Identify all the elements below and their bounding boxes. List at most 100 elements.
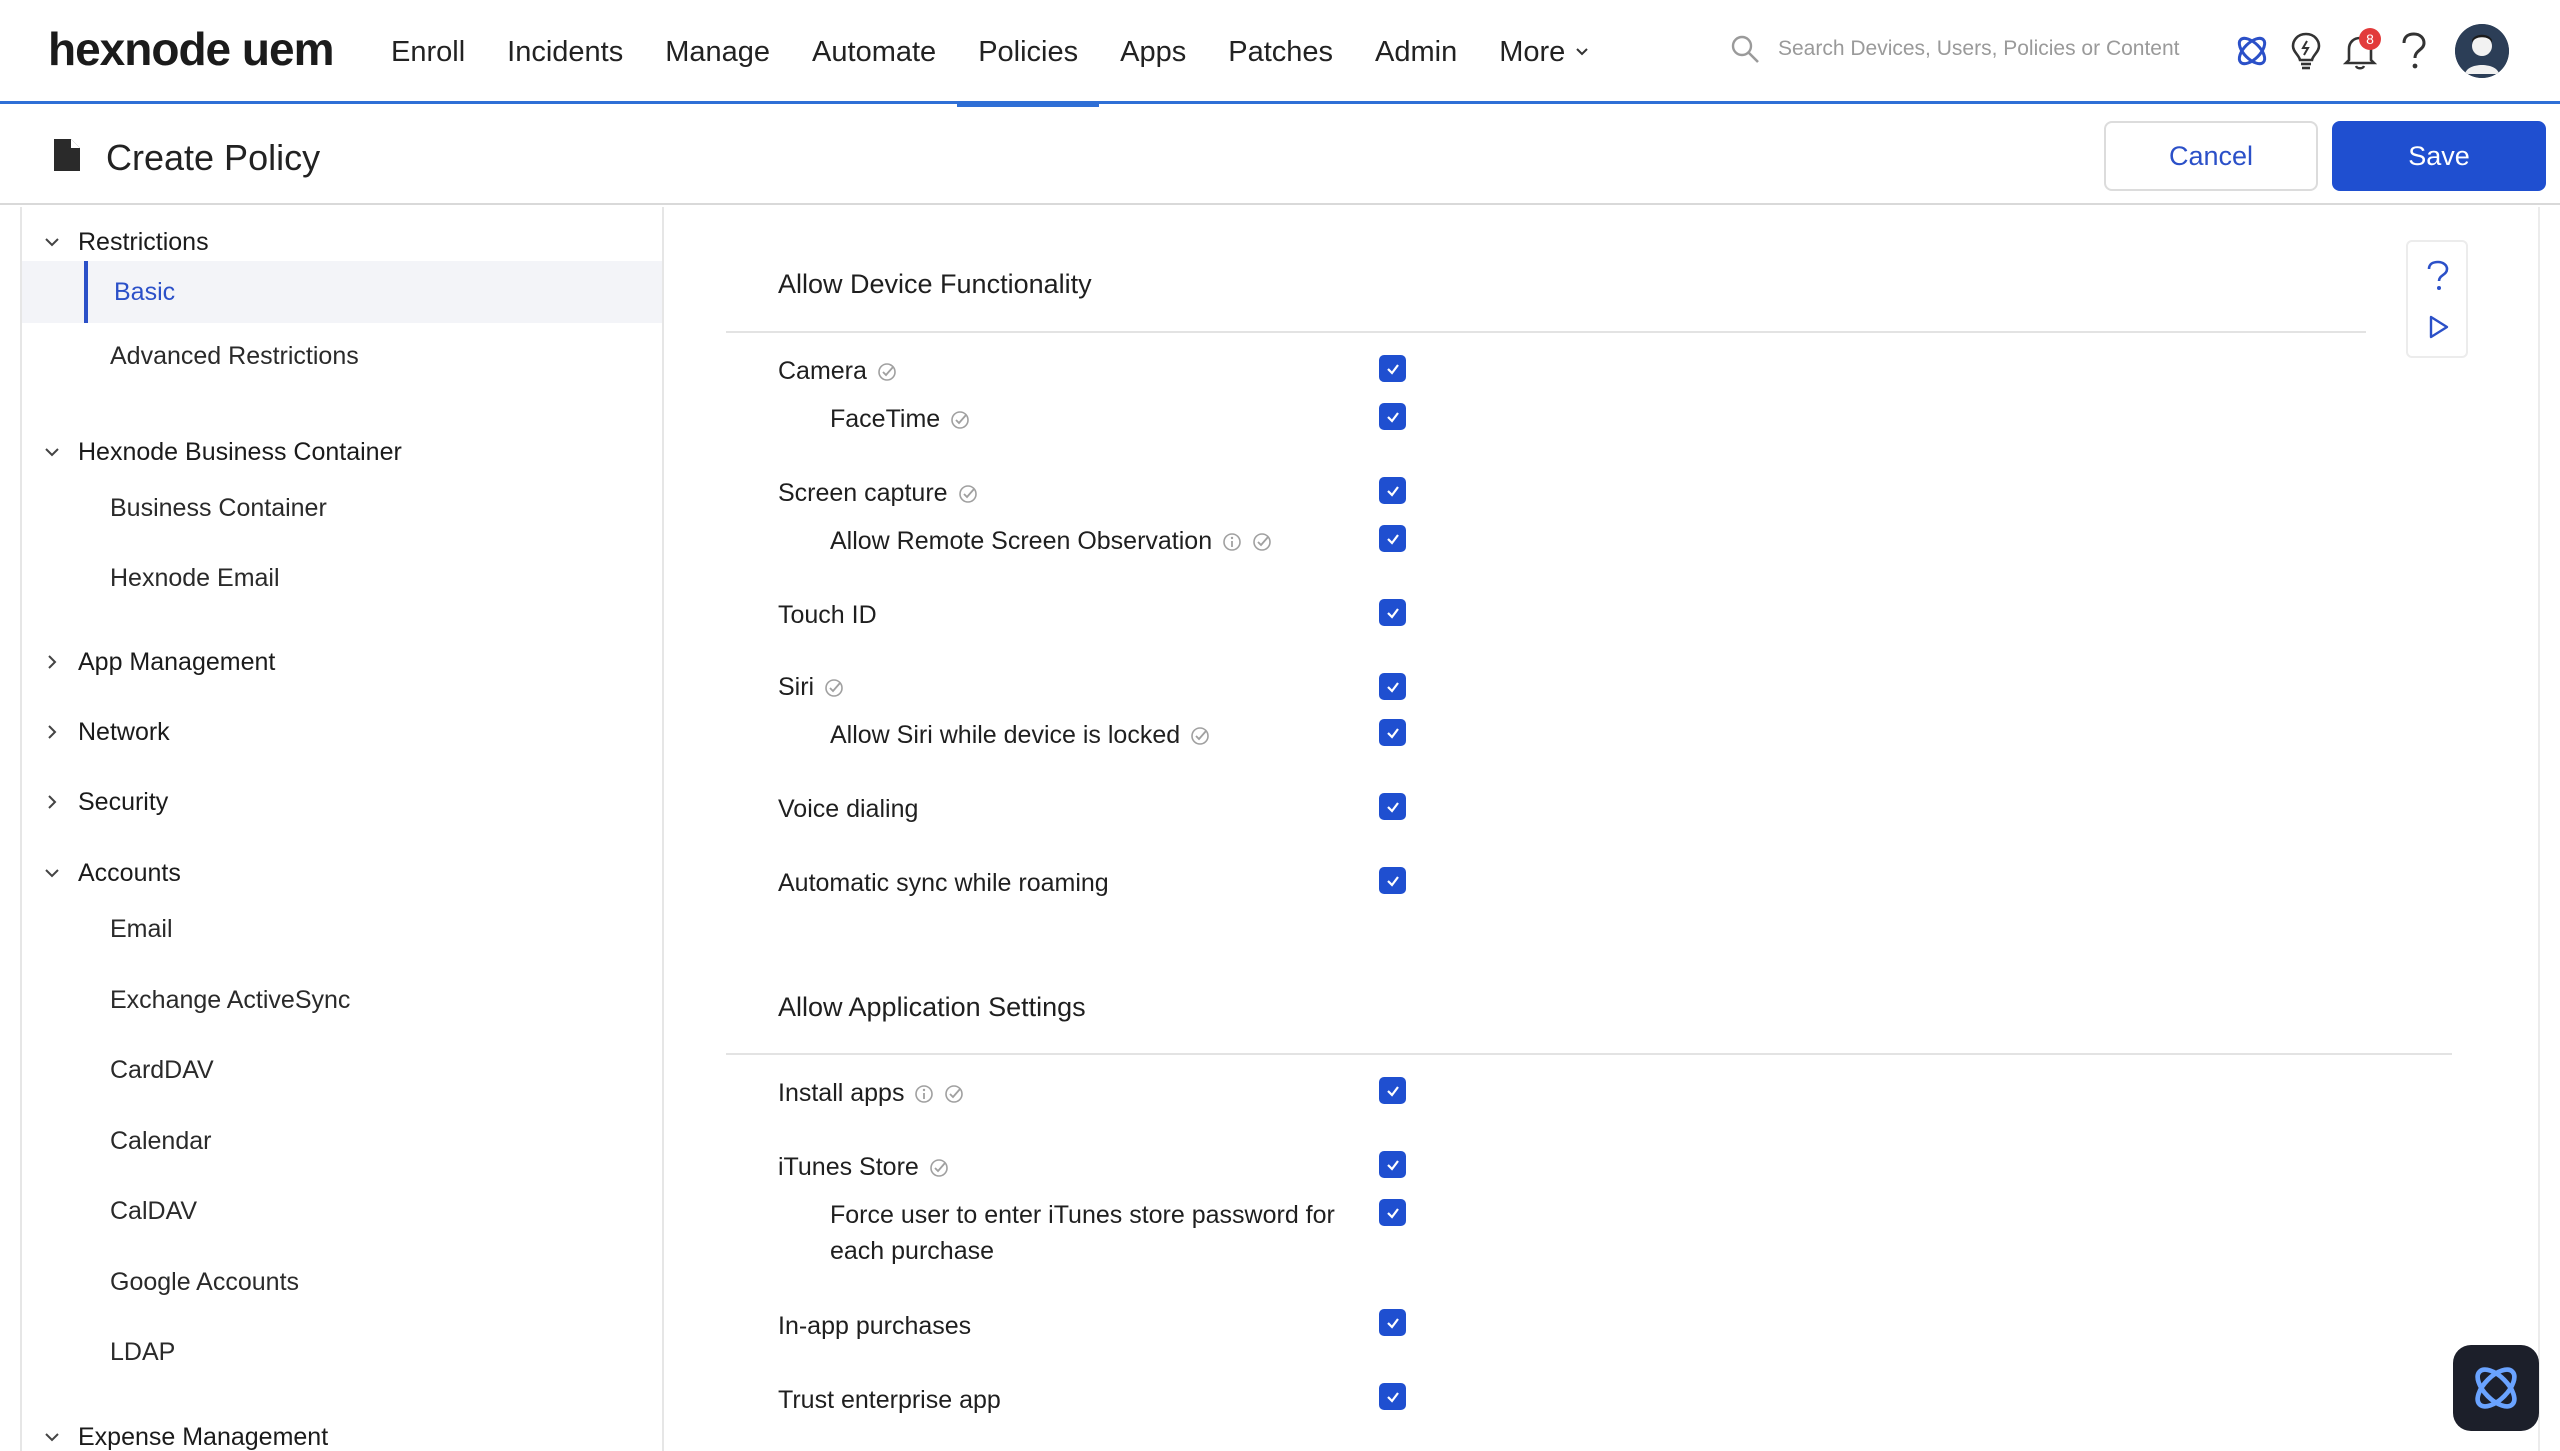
sidebar-item-label: Basic xyxy=(114,277,176,306)
nav-admin[interactable]: Admin xyxy=(1354,0,1478,104)
checkbox-auto-sync-roaming[interactable] xyxy=(1379,867,1406,894)
checkbox-camera[interactable] xyxy=(1379,355,1406,382)
chat-assistant-button[interactable] xyxy=(2453,1345,2539,1431)
sidebar-item-hexnode-email[interactable]: Hexnode Email xyxy=(22,555,662,601)
sidebar-item-ldap[interactable]: LDAP xyxy=(22,1329,662,1375)
option-label: Automatic sync while roaming xyxy=(778,869,1109,897)
info-icon[interactable] xyxy=(914,1084,934,1104)
sidebar-group-label: Hexnode Business Container xyxy=(78,437,402,466)
sidebar-item-business-container[interactable]: Business Container xyxy=(22,485,662,531)
supervised-check-icon xyxy=(877,362,897,382)
hexnode-assist-icon[interactable] xyxy=(2225,24,2279,78)
option-label: Siri xyxy=(778,673,815,701)
option-label: In-app purchases xyxy=(778,1312,972,1340)
checkbox-facetime[interactable] xyxy=(1379,403,1406,430)
check-icon xyxy=(1386,727,1399,739)
sidebar-item-calendar[interactable]: Calendar xyxy=(22,1118,662,1164)
sidebar-item-caldav[interactable]: CalDAV xyxy=(22,1188,662,1234)
nav-incidents[interactable]: Incidents xyxy=(486,0,644,104)
checkbox-remote-screen-observation[interactable] xyxy=(1379,525,1406,552)
sidebar-item-carddav[interactable]: CardDAV xyxy=(22,1047,662,1093)
sidebar-group-security[interactable]: Security xyxy=(22,779,662,825)
section-divider xyxy=(726,331,2366,333)
sidebar-item-advanced-restrictions[interactable]: Advanced Restrictions xyxy=(22,333,662,379)
checkbox-trust-enterprise-app[interactable] xyxy=(1379,1383,1406,1410)
nav-automate[interactable]: Automate xyxy=(791,0,957,104)
top-navigation-bar: hexnode uem Enroll Incidents Manage Auto… xyxy=(0,0,2560,107)
hexnode-logo[interactable]: hexnode uem xyxy=(48,22,335,76)
notification-badge: 8 xyxy=(2359,28,2381,50)
option-install-apps: Install apps xyxy=(778,1079,964,1108)
sidebar-item-label: Business Container xyxy=(110,493,327,522)
check-icon xyxy=(1386,363,1399,375)
check-icon xyxy=(1386,485,1399,497)
check-icon xyxy=(1386,1085,1399,1097)
check-icon xyxy=(1386,1391,1399,1403)
nav-manage[interactable]: Manage xyxy=(644,0,791,104)
checkbox-in-app-purchases[interactable] xyxy=(1379,1309,1406,1336)
supervised-check-icon xyxy=(1252,532,1272,552)
chevron-down-icon xyxy=(44,865,78,881)
checkbox-touch-id[interactable] xyxy=(1379,599,1406,626)
sidebar-group-network[interactable]: Network xyxy=(22,709,662,755)
sidebar-group-restrictions[interactable]: Restrictions xyxy=(22,219,662,265)
hexnode-assist-icon xyxy=(2475,1367,2517,1409)
section-divider xyxy=(726,1053,2452,1055)
nav-more[interactable]: More xyxy=(1478,0,1610,104)
nav-policies[interactable]: Policies xyxy=(957,0,1100,107)
option-auto-sync-roaming: Automatic sync while roaming xyxy=(778,869,1109,898)
check-icon xyxy=(1386,607,1399,619)
option-label: Trust enterprise app xyxy=(778,1386,1001,1414)
checkbox-siri[interactable] xyxy=(1379,673,1406,700)
global-search[interactable]: Search Devices, Users, Policies or Conte… xyxy=(1730,34,2180,64)
page-header: Create Policy Cancel Save xyxy=(0,107,2560,205)
content-scroll-track[interactable] xyxy=(2538,207,2540,1451)
sidebar-item-basic[interactable]: Basic xyxy=(22,261,662,323)
notification-bell-icon[interactable]: 8 xyxy=(2333,24,2387,78)
save-button[interactable]: Save xyxy=(2332,121,2546,191)
sidebar-group-label: Security xyxy=(78,787,169,816)
checkbox-siri-while-locked[interactable] xyxy=(1379,719,1406,746)
search-input[interactable]: Search Devices, Users, Policies or Conte… xyxy=(1778,37,2180,61)
checkbox-screen-capture[interactable] xyxy=(1379,477,1406,504)
help-question-icon[interactable] xyxy=(2387,24,2441,78)
chevron-right-icon xyxy=(44,654,78,670)
sidebar-group-accounts[interactable]: Accounts xyxy=(22,850,662,896)
option-label: Screen capture xyxy=(778,479,948,507)
checkbox-install-apps[interactable] xyxy=(1379,1077,1406,1104)
option-itunes-store: iTunes Store xyxy=(778,1153,949,1182)
nav-apps[interactable]: Apps xyxy=(1099,0,1207,104)
option-in-app-purchases: In-app purchases xyxy=(778,1312,971,1341)
help-question-icon[interactable] xyxy=(2426,260,2450,292)
chevron-right-icon xyxy=(44,724,78,740)
option-label: Allow Remote Screen Observation xyxy=(830,527,1213,555)
sidebar-group-app-management[interactable]: App Management xyxy=(22,639,662,685)
info-icon[interactable] xyxy=(1222,532,1242,552)
sidebar-item-email[interactable]: Email xyxy=(22,906,662,952)
document-icon xyxy=(54,139,80,171)
option-trust-enterprise-app: Trust enterprise app xyxy=(778,1386,1001,1415)
user-avatar[interactable] xyxy=(2455,24,2509,78)
option-label: FaceTime xyxy=(830,405,941,433)
sidebar-item-label: Advanced Restrictions xyxy=(110,341,359,370)
sidebar-group-label: App Management xyxy=(78,647,276,676)
sidebar-group-label: Expense Management xyxy=(78,1422,329,1451)
option-label: Install apps xyxy=(778,1079,905,1107)
main-menu: Enroll Incidents Manage Automate Policie… xyxy=(370,0,1610,107)
checkbox-voice-dialing[interactable] xyxy=(1379,793,1406,820)
sidebar-group-business-container[interactable]: Hexnode Business Container xyxy=(22,429,662,475)
play-video-icon[interactable] xyxy=(2427,314,2451,340)
sidebar-group-expense-management[interactable]: Expense Management xyxy=(22,1414,662,1451)
sidebar-item-google-accounts[interactable]: Google Accounts xyxy=(22,1259,662,1305)
nav-patches[interactable]: Patches xyxy=(1207,0,1354,104)
checkbox-itunes-store[interactable] xyxy=(1379,1151,1406,1178)
checkbox-itunes-password[interactable] xyxy=(1379,1199,1406,1226)
nav-enroll[interactable]: Enroll xyxy=(370,0,486,104)
sidebar-item-exchange-activesync[interactable]: Exchange ActiveSync xyxy=(22,977,662,1023)
check-icon xyxy=(1386,801,1399,813)
search-icon xyxy=(1731,35,1759,63)
cancel-button[interactable]: Cancel xyxy=(2104,121,2318,191)
lightbulb-icon[interactable] xyxy=(2279,24,2333,78)
check-icon xyxy=(1386,411,1399,423)
option-siri-while-locked: Allow Siri while device is locked xyxy=(830,721,1210,750)
